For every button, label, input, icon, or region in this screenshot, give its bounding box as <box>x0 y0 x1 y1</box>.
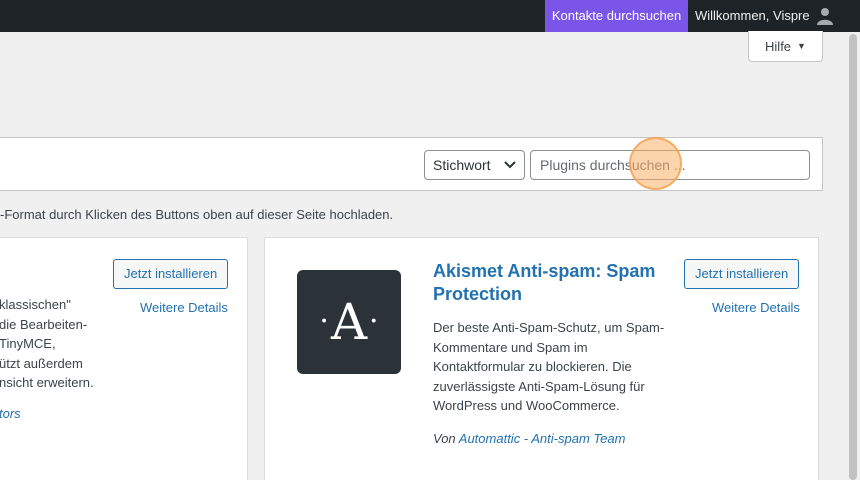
plugin-filter-bar: Stichwort <box>0 137 823 191</box>
caret-down-icon: ▼ <box>797 41 806 51</box>
author-link[interactable]: Automattic - Anti-spam Team <box>459 431 626 446</box>
help-label: Hilfe <box>765 38 792 54</box>
user-icon[interactable] <box>816 7 834 25</box>
scrollbar-thumb[interactable] <box>849 34 857 480</box>
plugin-author: Von Automattic - Anti-spam Team <box>433 431 625 446</box>
description-line: die Bearbeiten- <box>0 316 88 332</box>
help-button[interactable]: Hilfe ▼ <box>748 31 823 62</box>
akismet-logo-icon[interactable]: · A · <box>297 270 401 374</box>
install-button[interactable]: Jetzt installieren <box>113 259 229 289</box>
icon-dot: · <box>369 304 379 339</box>
description-line: klassischen" <box>0 297 71 312</box>
contacts-search-button[interactable]: Kontakte durchsuchen <box>545 0 688 32</box>
description-line: TinyMCE, <box>0 336 56 351</box>
plugin-title-link[interactable]: Akismet Anti-spam: Spam Protection <box>433 260 663 306</box>
plugin-description: klassischen" die Bearbeiten- TinyMCE, üt… <box>0 295 94 393</box>
install-button[interactable]: Jetzt installieren <box>684 259 800 289</box>
more-details-link[interactable]: Weitere Details <box>140 300 228 315</box>
author-prefix: Von <box>433 431 459 446</box>
plugin-card: Jetzt installieren Weitere Details klass… <box>0 237 248 480</box>
icon-letter: A <box>330 293 368 351</box>
icon-dot: · <box>319 304 329 339</box>
click-indicator <box>629 137 682 190</box>
page-scrollbar[interactable] <box>846 32 860 480</box>
description-line: nsicht erweitern. <box>0 375 94 390</box>
search-type-select[interactable]: Stichwort <box>424 150 525 180</box>
admin-bar: Kontakte durchsuchen Willkommen, Vispre <box>0 0 860 32</box>
author-link[interactable]: tors <box>0 406 21 421</box>
upload-hint-text: -Format durch Klicken des Buttons oben a… <box>0 207 394 222</box>
welcome-user-link[interactable]: Willkommen, Vispre <box>695 0 810 32</box>
search-type-value: Stichwort <box>433 157 491 173</box>
chevron-down-icon <box>504 161 516 169</box>
more-details-link[interactable]: Weitere Details <box>712 300 800 315</box>
plugin-card: · A · Akismet Anti-spam: Spam Protection… <box>264 237 819 480</box>
plugin-description: Der beste Anti-Spam-Schutz, um Spam-Komm… <box>433 320 665 413</box>
description-line: ützt außerdem <box>0 355 83 371</box>
